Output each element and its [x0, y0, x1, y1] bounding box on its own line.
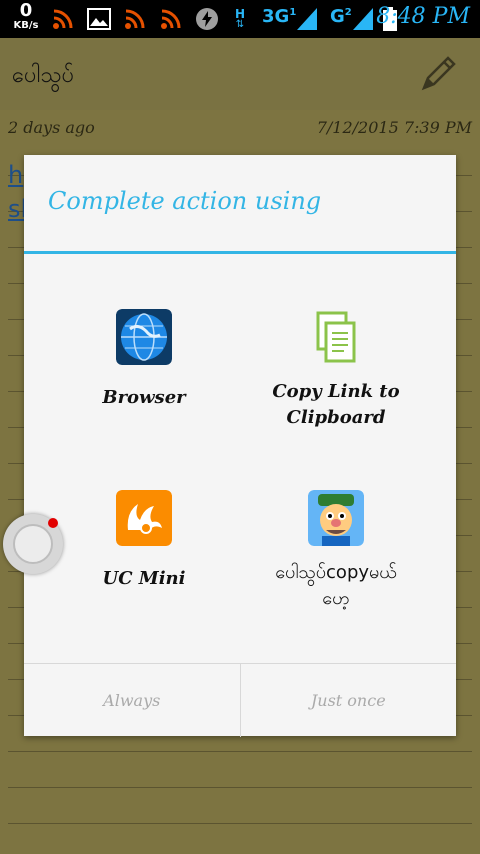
app-option-uc-mini[interactable]: UC Mini [36, 490, 252, 592]
app-option-browser[interactable]: Browser [36, 309, 252, 411]
note-link-line-1[interactable]: h [8, 161, 23, 189]
complete-action-dialog: Complete action using Browser Copy Link … [24, 155, 456, 737]
dialog-divider [24, 251, 456, 254]
app-option-copy-link[interactable]: Copy Link to Clipboard [228, 309, 444, 431]
signal-bars-icon [296, 6, 318, 32]
app-option-copy-app-label: ပေါသွပ်copyမယ် ဟေ့ [275, 562, 397, 609]
gallery-notification-icon [86, 6, 112, 32]
sim2-badge: 2 [344, 7, 352, 18]
signal-bars-icon-2 [352, 6, 374, 32]
app-option-browser-label: Browser [102, 387, 186, 408]
data-arrows-icon: ⇅ [235, 19, 245, 30]
network-type-2-label: G [330, 6, 345, 27]
just-once-button[interactable]: Just once [239, 664, 457, 737]
h-data-icon: H ⇅ [230, 6, 250, 32]
rss-notification-icon-2 [122, 6, 148, 32]
network-type-1-label: 3G [262, 6, 290, 27]
floating-touch-inner [13, 524, 53, 564]
status-bar: 0 KB/s H ⇅ 3G1 G2 8:48 PM [0, 0, 480, 38]
speed-value: 0 [19, 0, 33, 21]
network-speed: 0 KB/s [10, 2, 42, 31]
recording-dot-icon [48, 518, 58, 528]
note-date: 7/12/2015 7:39 PM [316, 118, 472, 137]
app-title: ပေါသွပ် [12, 63, 75, 88]
app-option-copy-link-label: Copy Link to Clipboard [272, 381, 400, 428]
always-button[interactable]: Always [24, 664, 240, 737]
edit-pencil-icon[interactable] [416, 52, 460, 100]
rss-notification-icon [50, 6, 76, 32]
uc-mini-icon [116, 490, 172, 546]
browser-icon [116, 309, 172, 365]
speed-unit: KB/s [13, 20, 39, 31]
app-option-copy-app[interactable]: ပေါသွပ်copyမယ် ဟေ့ [228, 490, 444, 612]
app-option-uc-mini-label: UC Mini [102, 568, 186, 589]
clock: 8:48 PM [376, 4, 470, 29]
dialog-button-bar: Always Just once [24, 663, 456, 737]
rss-notification-icon-3 [158, 6, 184, 32]
copy-icon [308, 309, 364, 365]
power-saver-icon [194, 6, 220, 32]
app-bar: ပေါသွပ် [0, 38, 480, 111]
note-relative-date: 2 days ago [8, 118, 95, 137]
network-type-2: G2 [330, 6, 352, 27]
cartoon-app-icon [308, 490, 364, 546]
network-type-1: 3G1 [262, 6, 296, 27]
dialog-title: Complete action using [48, 187, 322, 215]
